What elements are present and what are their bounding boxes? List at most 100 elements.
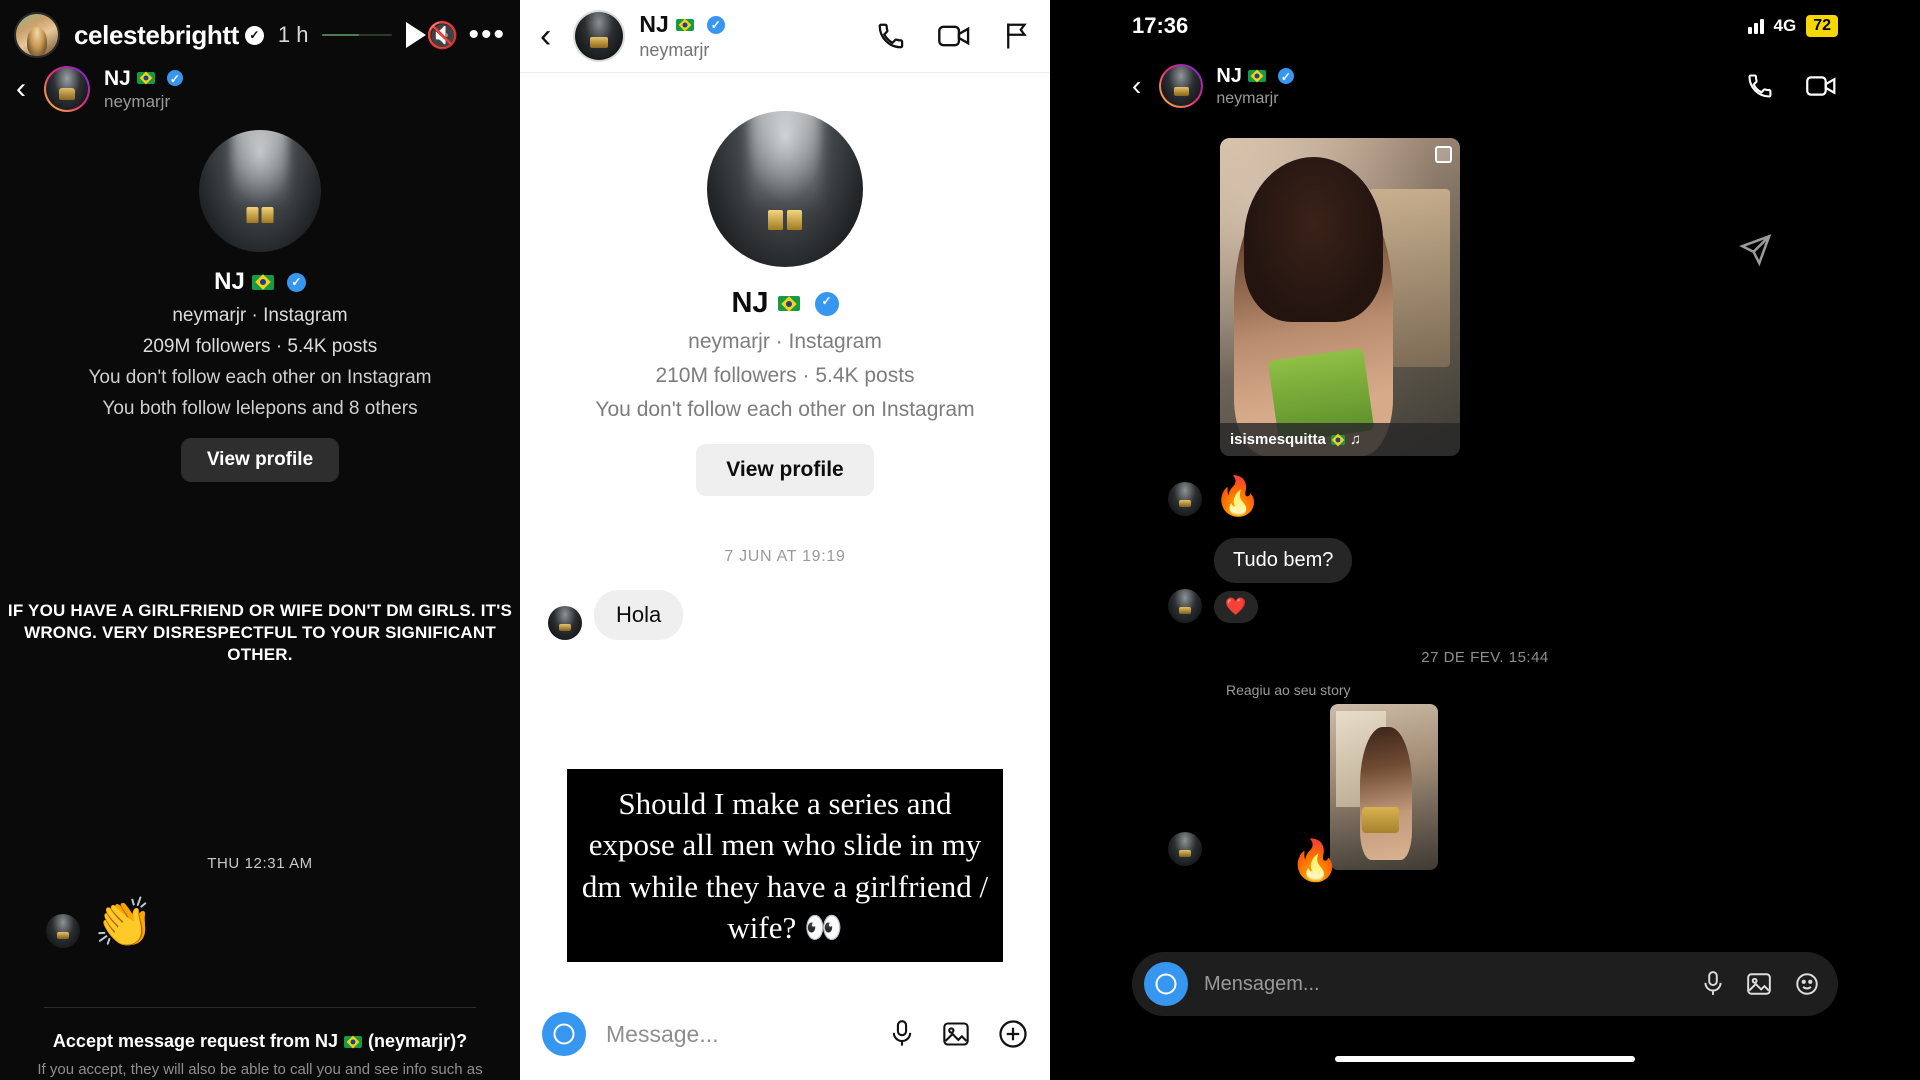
video-call-icon[interactable] <box>1806 72 1838 100</box>
back-chevron-icon[interactable]: ‹ <box>16 74 26 104</box>
story-top-bar: celestebrightt 1 h 🔇 ••• <box>0 0 520 70</box>
share-arrow-icon[interactable] <box>1738 232 1772 266</box>
message-sender-avatar[interactable] <box>46 914 80 948</box>
profile-mutual-line: You both follow lelepons and 8 others <box>102 398 418 419</box>
phone-call-icon[interactable] <box>876 21 906 51</box>
message-input[interactable]: Message... <box>606 1021 719 1048</box>
accept-request-text: Accept message request from NJ <box>52 1031 339 1051</box>
battery-level: 72 <box>1806 15 1838 37</box>
fire-emoji-reaction: 🔥 <box>1290 839 1340 883</box>
contact-name-block: NJ neymarjr <box>104 67 183 112</box>
message-sender-avatar[interactable] <box>1168 589 1202 623</box>
contact-avatar[interactable] <box>44 66 90 112</box>
more-options-icon[interactable]: ••• <box>468 20 506 50</box>
music-note-icon: ♫ <box>1349 431 1362 448</box>
contact-avatar[interactable] <box>573 10 626 62</box>
story-author-username[interactable]: celestebrightt <box>74 20 239 51</box>
profile-handle-line: neymarjr · Instagram <box>688 330 882 353</box>
message-daystamp: THU 12:31 AM <box>207 855 313 872</box>
message-timestamp: 27 DE FEV. 15:44 <box>1421 649 1549 666</box>
back-chevron-icon[interactable]: ‹ <box>540 19 551 53</box>
story-timestamp: 1 h <box>277 22 309 47</box>
status-indicators: 4G 72 <box>1747 15 1838 37</box>
verified-badge-white-icon <box>244 25 264 45</box>
brazil-flag-icon <box>675 18 694 31</box>
story-overlay-text: IF YOU HAVE A GIRLFRIEND OR WIFE DON'T D… <box>7 601 513 664</box>
contact-display-name: NJ <box>104 66 131 90</box>
play-icon[interactable] <box>406 22 427 48</box>
home-indicator <box>1335 1056 1635 1062</box>
profile-avatar[interactable] <box>707 111 863 267</box>
gallery-icon[interactable] <box>942 1020 970 1048</box>
contact-display-name: NJ <box>639 11 669 37</box>
flag-report-icon[interactable] <box>1004 21 1030 51</box>
camera-icon[interactable] <box>542 1012 586 1056</box>
story-progress-bar[interactable] <box>322 34 393 36</box>
mute-icon[interactable]: 🔇 <box>426 20 458 51</box>
network-label: 4G <box>1773 16 1797 35</box>
contact-avatar[interactable] <box>1159 64 1204 108</box>
view-profile-button[interactable]: View profile <box>696 444 874 496</box>
profile-display-name: NJ <box>731 287 769 319</box>
profile-follow-line: You don't follow each other on Instagram <box>595 398 975 421</box>
message-bubble[interactable]: Hola <box>594 590 684 640</box>
message-input[interactable]: Mensagem... <box>1204 973 1320 996</box>
profile-card: NJ neymarjr · Instagram 210M followers ·… <box>520 73 1050 496</box>
back-chevron-icon[interactable]: ‹ <box>1132 72 1141 100</box>
plus-circle-icon[interactable] <box>998 1019 1028 1049</box>
gallery-icon[interactable] <box>1746 971 1772 997</box>
fire-emoji-message[interactable]: 🔥 <box>1214 478 1261 516</box>
header-actions <box>1746 72 1838 100</box>
contact-handle: neymarjr <box>104 91 171 111</box>
signal-bars-icon <box>1747 18 1764 34</box>
story-author-avatar[interactable] <box>14 12 60 58</box>
panel-light-dm: ‹ NJ neymarjr <box>520 0 1050 1080</box>
verified-badge-icon <box>1277 68 1294 84</box>
profile-name-row: NJ <box>520 287 1050 320</box>
message-sender-avatar[interactable] <box>1168 482 1202 516</box>
profile-display-name: NJ <box>214 268 245 295</box>
microphone-icon[interactable] <box>890 1020 914 1048</box>
message-row: Tudo bem? ❤️ <box>1168 538 1860 623</box>
message-reaction[interactable]: ❤️ <box>1214 591 1258 623</box>
message-sender-avatar[interactable] <box>548 606 582 640</box>
profile-stats-line: 209M followers · 5.4K posts <box>142 336 378 357</box>
message-sender-avatar[interactable] <box>1168 832 1202 866</box>
dm-header: ‹ NJ neymarjr <box>1110 52 1860 120</box>
brazil-flag-icon <box>1330 434 1345 445</box>
accept-request-title: Accept message request from NJ (neymarjr… <box>0 1031 520 1052</box>
panel-story-viewer: celestebrightt 1 h 🔇 ••• ‹ NJ neymarjr <box>0 0 520 1080</box>
message-input-bar: Mensagem... <box>1132 952 1838 1016</box>
phone-call-icon[interactable] <box>1746 72 1774 100</box>
view-profile-button[interactable]: View profile <box>180 438 340 482</box>
verified-badge-icon <box>286 272 306 292</box>
profile-stats-line: 210M followers · 5.4K posts <box>655 364 915 387</box>
accept-request-subtitle: If you accept, they will also be able to… <box>37 1061 483 1078</box>
camera-icon[interactable] <box>1144 962 1188 1006</box>
contact-name-block: NJ neymarjr <box>1216 65 1294 108</box>
profile-avatar[interactable] <box>199 130 321 252</box>
message-row: Hola <box>548 590 1050 640</box>
brazil-flag-icon <box>251 274 274 290</box>
three-panel-screenshot: celestebrightt 1 h 🔇 ••• ‹ NJ neymarjr <box>0 0 1920 1080</box>
crown-graphic <box>768 209 802 230</box>
message-row: 👏 <box>46 900 154 948</box>
message-bubble[interactable]: Tudo bem? <box>1214 538 1353 583</box>
microphone-icon[interactable] <box>1702 971 1724 997</box>
story-reaction-label: Reagiu ao seu story <box>1226 682 1351 698</box>
verified-badge-icon <box>166 70 183 87</box>
story-reply-thumbnail[interactable] <box>1330 704 1438 870</box>
shared-post-thumbnail[interactable]: isismesquitta ♫ <box>1220 138 1460 456</box>
video-call-icon[interactable] <box>938 21 972 51</box>
message-input-bar: Message... <box>520 988 1050 1080</box>
brazil-flag-icon <box>136 72 155 85</box>
brazil-flag-icon <box>1247 70 1266 82</box>
contact-handle: neymarjr <box>639 40 710 60</box>
verified-badge-icon <box>814 291 839 316</box>
header-actions <box>876 21 1030 51</box>
sticker-icon[interactable] <box>1794 971 1820 997</box>
verified-badge-icon <box>706 15 725 34</box>
status-bar: 17:36 4G 72 <box>1110 0 1860 52</box>
profile-follow-line: You don't follow each other on Instagram <box>88 367 432 388</box>
multi-photo-icon <box>1435 146 1452 163</box>
